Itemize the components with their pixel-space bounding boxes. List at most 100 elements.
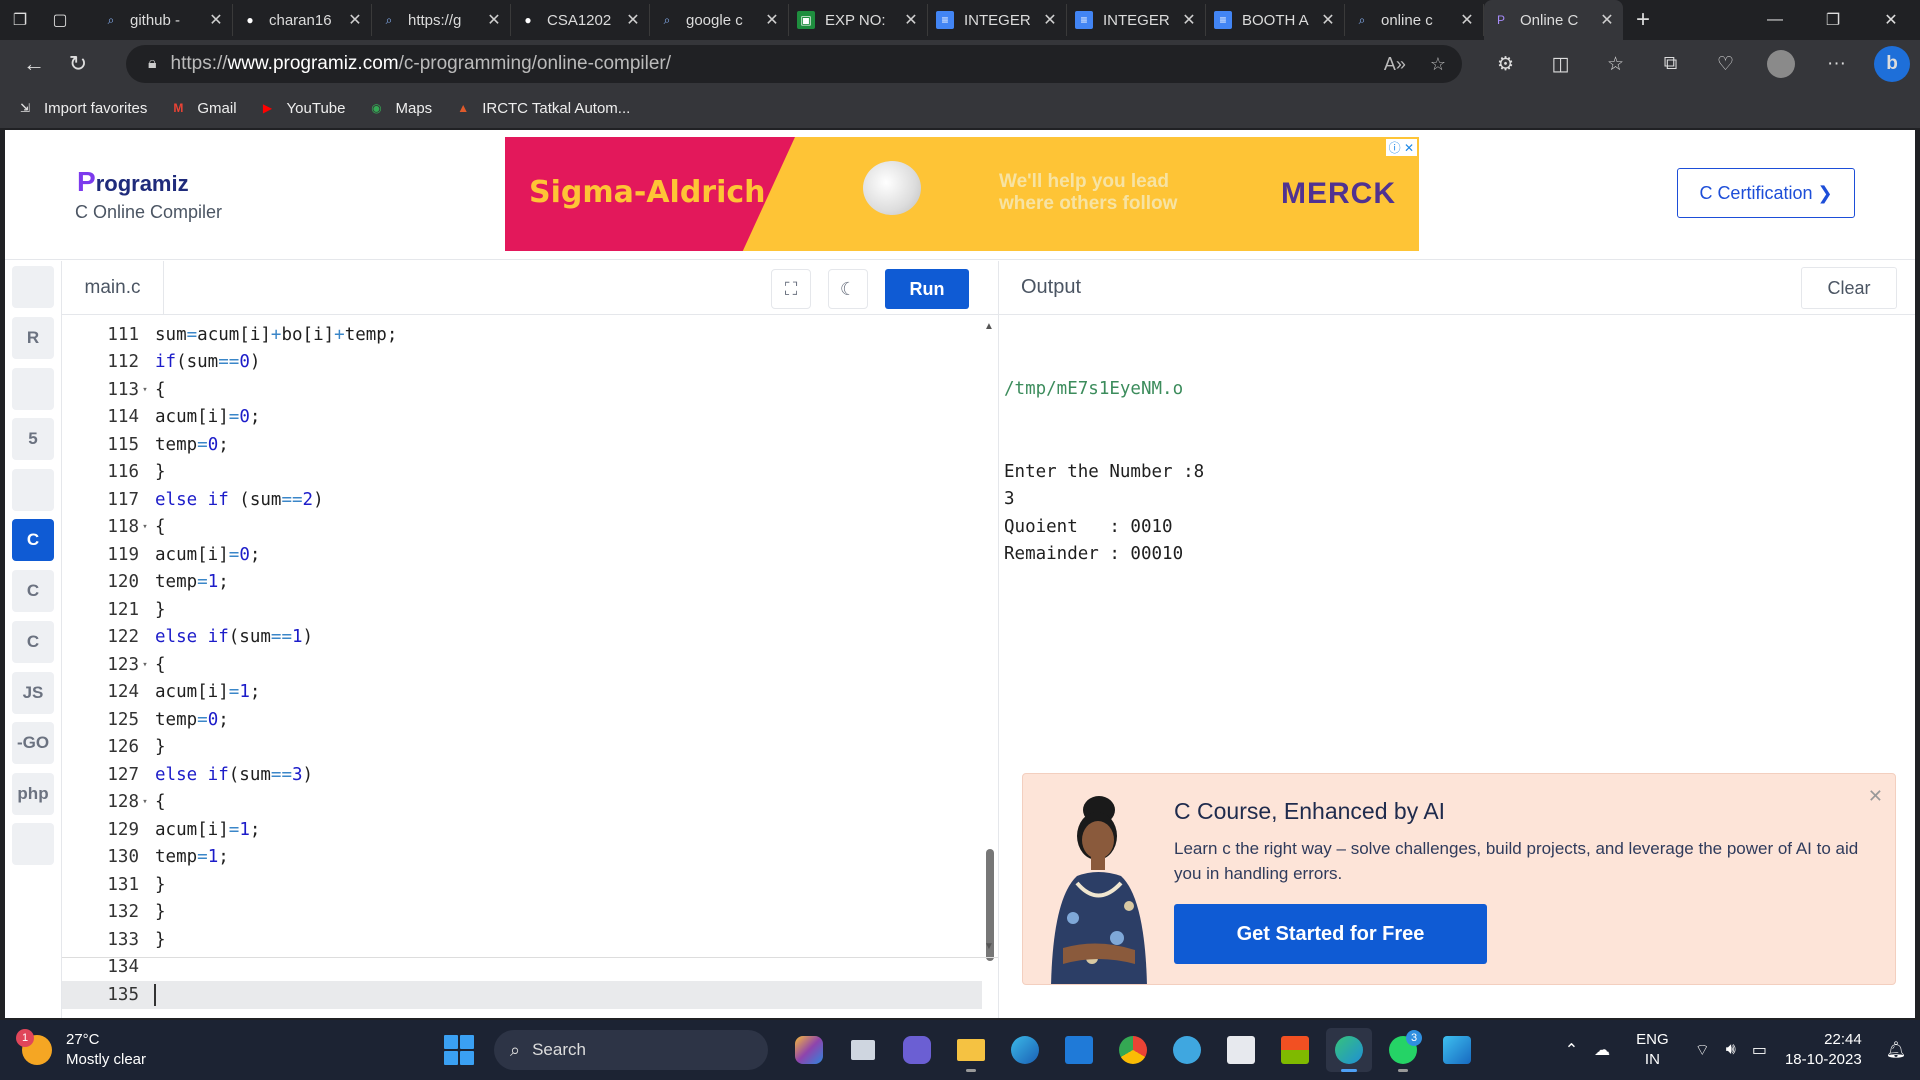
chrome-icon[interactable] — [1110, 1028, 1156, 1072]
helper-app-icon[interactable] — [1164, 1028, 1210, 1072]
sidebar-php-icon[interactable]: php — [12, 773, 54, 815]
profile-avatar[interactable] — [1767, 50, 1795, 78]
language-indicator[interactable]: ENG IN — [1636, 1030, 1669, 1070]
copilot-taskbar-icon[interactable] — [786, 1028, 832, 1072]
dark-mode-icon[interactable]: ☾ — [828, 269, 868, 309]
browser-tab[interactable]: ≡ INTEGER ✕ — [1067, 4, 1206, 36]
browser-tab[interactable]: ≡ INTEGER ✕ — [928, 4, 1067, 36]
chevron-up-icon[interactable]: ⌃ — [1565, 1040, 1578, 1060]
copilot-icon[interactable]: b — [1874, 46, 1910, 82]
code-line[interactable]: 123 ▾ { — [62, 651, 982, 679]
advertisement-banner[interactable]: Sigma-Aldrich. We'll help you lead where … — [505, 137, 1419, 251]
browser-tab[interactable]: ▣ EXP NO: ✕ — [789, 4, 928, 36]
system-clock[interactable]: 22:44 18-10-2023 — [1785, 1030, 1862, 1070]
fold-arrow-icon[interactable]: ▾ — [139, 797, 151, 807]
code-line[interactable]: 130 temp=1; — [62, 844, 982, 872]
tab-close-icon[interactable]: ✕ — [903, 10, 919, 30]
edge-dev-icon[interactable] — [1002, 1028, 1048, 1072]
tab-close-icon[interactable]: ✕ — [625, 10, 641, 30]
favorite-irctc[interactable]: ▲ IRCTC Tatkal Autom... — [454, 100, 630, 117]
code-line[interactable]: 116} — [62, 459, 982, 487]
code-area[interactable]: 111 sum=acum[i]+bo[i]+temp; 112 if(sum==0) 1… — [62, 315, 982, 1009]
refresh-icon[interactable]: ↻ — [56, 44, 100, 84]
more-menu-icon[interactable]: ··· — [1809, 53, 1864, 75]
code-line[interactable]: 118 ▾ { — [62, 514, 982, 542]
snipping-tool-icon[interactable] — [1218, 1028, 1264, 1072]
browser-tab[interactable]: ⌕ google c ✕ — [650, 4, 789, 36]
microsoft-store-icon[interactable] — [1272, 1028, 1318, 1072]
code-line[interactable]: 128 ▾ { — [62, 789, 982, 817]
store-app-icon[interactable] — [1056, 1028, 1102, 1072]
code-line[interactable]: 117 else if (sum==2) — [62, 486, 982, 514]
code-line[interactable]: 124 acum[i]=1; — [62, 679, 982, 707]
favorite-import[interactable]: ⇲ Import favorites — [16, 100, 147, 117]
photos-icon[interactable] — [1434, 1028, 1480, 1072]
browser-tab[interactable]: P Online C ✕ — [1484, 0, 1623, 40]
code-line[interactable]: 133} — [62, 926, 982, 954]
code-line[interactable]: 122 else if(sum==1) — [62, 624, 982, 652]
sidebar-cpp-icon[interactable]: C — [12, 570, 54, 612]
code-line[interactable]: 120 temp=1; — [62, 569, 982, 597]
taskbar-search[interactable]: ⌕ Search — [494, 1030, 768, 1070]
scroll-up-arrow-icon[interactable]: ▲ — [984, 321, 994, 332]
tab-close-icon[interactable]: ✕ — [208, 10, 224, 30]
whatsapp-icon[interactable]: 3 — [1380, 1028, 1426, 1072]
favorite-maps[interactable]: ◉ Maps — [368, 100, 432, 117]
favorite-youtube[interactable]: ▶ YouTube — [259, 100, 346, 117]
read-aloud-icon[interactable]: A» — [1384, 54, 1406, 75]
tab-actions-icon[interactable]: ▢ — [40, 0, 80, 40]
sidebar-java-icon[interactable] — [12, 469, 54, 511]
notification-bell-icon[interactable]: 🔔︎ — [1886, 1040, 1906, 1060]
extensions-icon[interactable]: ⚙ — [1478, 53, 1533, 76]
tab-close-icon[interactable]: ✕ — [1459, 10, 1475, 30]
run-button[interactable]: Run — [885, 269, 969, 309]
code-line[interactable]: 114 acum[i]=0; — [62, 404, 982, 432]
tab-close-icon[interactable]: ✕ — [1599, 10, 1615, 30]
browser-tab[interactable]: ⌕ github - ✕ — [94, 4, 233, 36]
output-terminal[interactable]: /tmp/mE7s1EyeNM.o Enter the Number :8 3 Qu… — [1004, 321, 1204, 624]
c-certification-button[interactable]: C Certification ❯ — [1677, 168, 1855, 218]
browser-tab[interactable]: ⌕ https://g ✕ — [372, 4, 511, 36]
code-line[interactable]: 127 else if(sum==3) — [62, 761, 982, 789]
split-screen-icon[interactable]: ◫ — [1533, 53, 1588, 76]
code-line[interactable]: 111 sum=acum[i]+bo[i]+temp; — [62, 321, 982, 349]
promo-close-icon[interactable]: ✕ — [1868, 786, 1883, 807]
browser-tab[interactable]: ≡ BOOTH A ✕ — [1206, 4, 1345, 36]
code-line[interactable]: 121} — [62, 596, 982, 624]
sidebar-html-icon[interactable]: 5 — [12, 418, 54, 460]
sidebar-csharp-icon[interactable]: C — [12, 621, 54, 663]
favorites-icon[interactable]: ☆ — [1588, 53, 1643, 76]
fullscreen-icon[interactable]: ⛶ — [771, 269, 811, 309]
tab-close-icon[interactable]: ✕ — [1181, 10, 1197, 30]
sidebar-c-icon[interactable]: C — [12, 519, 54, 561]
tab-close-icon[interactable]: ✕ — [764, 10, 780, 30]
fold-arrow-icon[interactable]: ▾ — [139, 385, 151, 395]
code-line[interactable]: 129 acum[i]=1; — [62, 816, 982, 844]
code-line[interactable]: 135 — [62, 981, 982, 1009]
collections-icon[interactable]: ⧉ — [1643, 53, 1698, 75]
restore-button[interactable]: ❐ — [1804, 0, 1862, 40]
tab-close-icon[interactable]: ✕ — [1042, 10, 1058, 30]
browser-essentials-icon[interactable]: ♡ — [1698, 53, 1753, 76]
scroll-down-arrow-icon[interactable]: ▼ — [984, 941, 994, 952]
teams-chat-icon[interactable] — [894, 1028, 940, 1072]
weather-widget[interactable]: 1 27°C Mostly clear — [16, 1029, 146, 1070]
minimize-button[interactable]: — — [1746, 0, 1804, 40]
fold-arrow-icon[interactable]: ▾ — [139, 522, 151, 532]
get-started-button[interactable]: Get Started for Free — [1174, 904, 1487, 964]
browser-tab[interactable]: ● CSA1202 ✕ — [511, 4, 650, 36]
volume-icon[interactable]: 🔊︎ — [1726, 1041, 1736, 1059]
code-line[interactable]: 132} — [62, 899, 982, 927]
close-window-button[interactable]: ✕ — [1862, 0, 1920, 40]
url-field[interactable]: 🔒︎ https://www.programiz.com/c-programmi… — [126, 45, 1462, 83]
browser-tab[interactable]: ● charan16 ✕ — [233, 4, 372, 36]
file-explorer-icon[interactable] — [948, 1028, 994, 1072]
task-view-icon[interactable] — [840, 1028, 886, 1072]
edge-browser-icon[interactable] — [1326, 1028, 1372, 1072]
start-button[interactable] — [444, 1035, 474, 1065]
sidebar-r-icon[interactable]: R — [12, 317, 54, 359]
code-line[interactable]: 113 ▾ { — [62, 376, 982, 404]
clear-button[interactable]: Clear — [1801, 267, 1897, 309]
code-line[interactable]: 131} — [62, 871, 982, 899]
onedrive-cloud-icon[interactable]: ☁ — [1594, 1040, 1610, 1060]
